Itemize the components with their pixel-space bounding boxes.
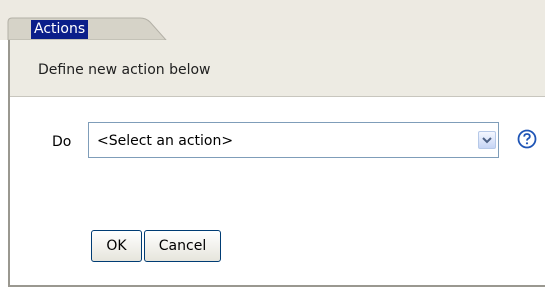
cancel-button[interactable]: Cancel (144, 230, 221, 262)
help-icon[interactable] (517, 129, 537, 149)
panel-header: Define new action below (10, 40, 545, 96)
action-select-value: <Select an action> (97, 133, 234, 149)
ok-button[interactable]: OK (91, 230, 142, 262)
action-select[interactable]: <Select an action> (88, 122, 499, 158)
tab-actions[interactable]: Actions (31, 20, 89, 39)
tab-strip: Actions (0, 0, 545, 40)
do-label: Do (52, 134, 72, 150)
header-divider (10, 96, 545, 97)
panel-header-text: Define new action below (38, 62, 211, 78)
dropdown-arrow-button[interactable] (478, 131, 496, 149)
chevron-down-icon (482, 137, 492, 144)
actions-panel: Define new action below Do <Select an ac… (8, 40, 545, 287)
